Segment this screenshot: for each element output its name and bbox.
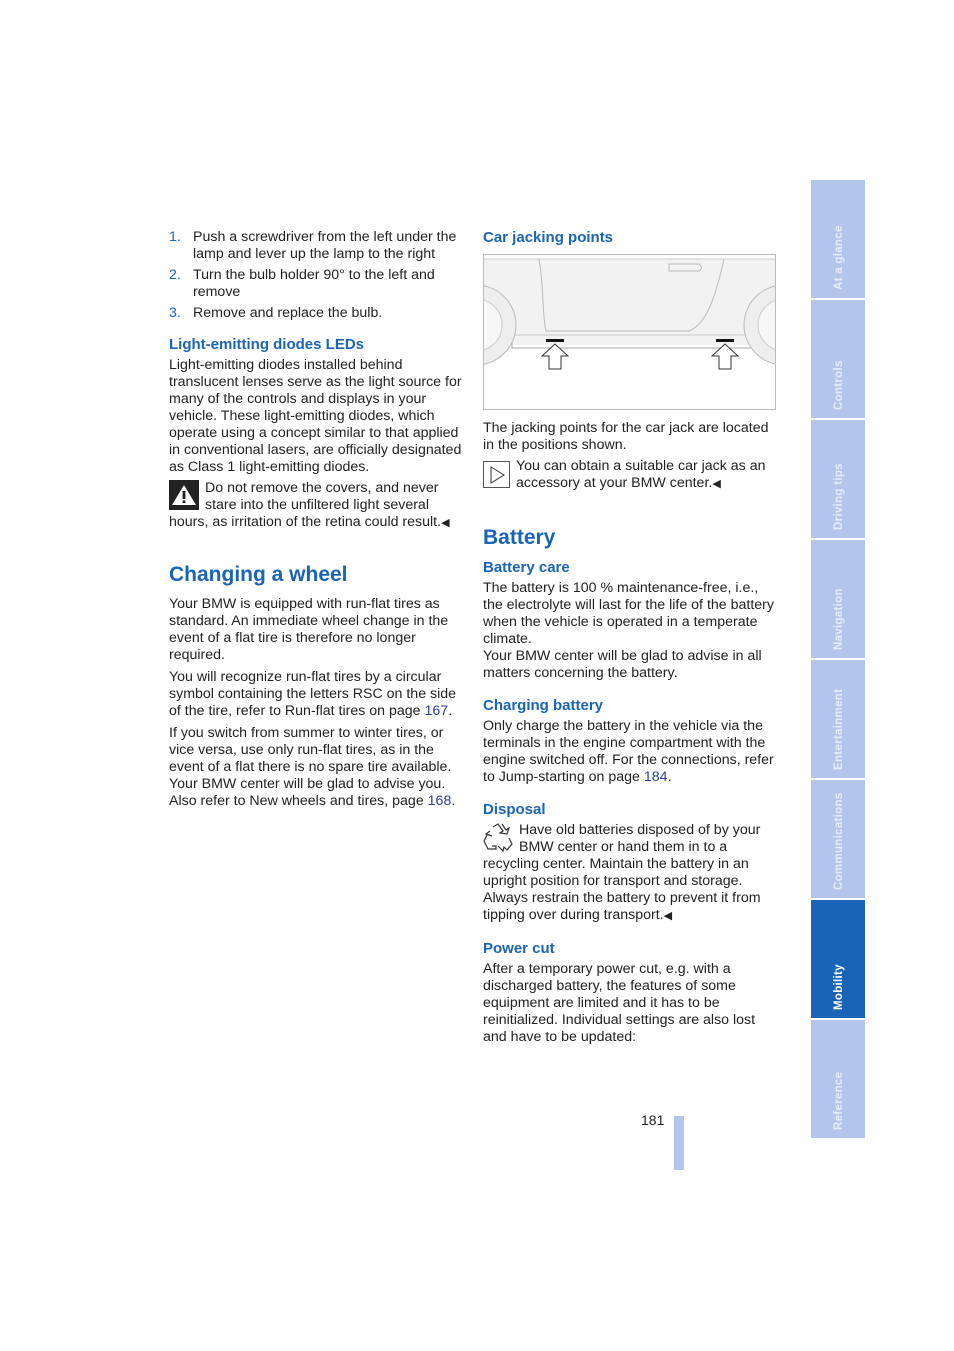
power-cut-body: After a temporary power cut, e.g. with a… (483, 961, 756, 1045)
jack-point-rear (716, 339, 734, 342)
tab-entertainment[interactable]: Entertainment (811, 660, 865, 778)
note-triangle-icon (483, 461, 510, 488)
tab-communications[interactable]: Communications (811, 780, 865, 898)
tab-mobility[interactable]: Mobility (811, 900, 865, 1018)
page-link-184[interactable]: 184 (644, 769, 668, 785)
list-item: 2. Turn the bulb holder 90° to the left a… (169, 267, 435, 300)
warning-note: Do not remove the covers, and never star… (169, 480, 464, 532)
battery-heading: Battery (483, 526, 556, 549)
battery-care-heading: Battery care (483, 559, 570, 576)
page-marker-bar (674, 1116, 684, 1170)
warning-text: Do not remove the covers, and never star… (169, 480, 442, 530)
leds-heading: Light-emitting diodes LEDs (169, 336, 364, 353)
end-mark-icon: ◀ (441, 517, 450, 529)
bulb-steps-list: 1. Push a screwdriver from the left under… (169, 229, 464, 322)
chapter-tabs: At a glance Controls Driving tips Naviga… (811, 180, 865, 1140)
jacking-body: The jacking points for the car jack are … (483, 420, 769, 453)
list-item: 1. Push a screwdriver from the left under… (169, 229, 457, 262)
disposal-note: Have old batteries disposed of by your B… (483, 822, 778, 925)
jacking-heading: Car jacking points (483, 229, 614, 246)
battery-care-body-2: Your BMW center will be glad to advise i… (483, 648, 762, 681)
page-link-167[interactable]: 167 (425, 703, 449, 719)
page-number: 181 (641, 1112, 665, 1128)
note-text: You can obtain a suitable car jack as an… (516, 458, 766, 491)
recycle-icon (483, 822, 513, 853)
page-link-168[interactable]: 168 (428, 793, 452, 809)
leds-body: Light-emitting diodes installed behind t… (169, 357, 462, 475)
list-item: 3. Remove and replace the bulb. (169, 305, 383, 321)
disposal-body: Have old batteries disposed of by your B… (483, 822, 761, 923)
right-column: Car jacking points The jacking points fo… (483, 229, 778, 1046)
left-column: 1. Push a screwdriver from the left under… (169, 229, 464, 810)
tab-reference[interactable]: Reference (811, 1020, 865, 1138)
charging-heading: Charging battery (483, 697, 604, 714)
car-jacking-figure (483, 254, 776, 410)
wheel-para-4: Also refer to New wheels and tires, page… (169, 793, 456, 809)
battery-care-body-1: The battery is 100 % maintenance-free, i… (483, 580, 774, 647)
tab-at-a-glance[interactable]: At a glance (811, 180, 865, 298)
info-note: You can obtain a suitable car jack as an… (483, 458, 778, 493)
wheel-para-3: If you switch from summer to winter tire… (169, 725, 452, 792)
tab-controls[interactable]: Controls (811, 300, 865, 418)
power-cut-heading: Power cut (483, 940, 555, 957)
disposal-heading: Disposal (483, 801, 546, 818)
changing-wheel-heading: Changing a wheel (169, 563, 348, 586)
tab-driving-tips[interactable]: Driving tips (811, 420, 865, 538)
end-mark-icon: ◀ (663, 910, 673, 922)
tab-navigation[interactable]: Navigation (811, 540, 865, 658)
end-mark-icon: ◀ (712, 478, 721, 490)
jack-point-front (546, 339, 564, 342)
wheel-para-1: Your BMW is equipped with run-flat tires… (169, 596, 449, 663)
car-side-illustration (484, 258, 775, 370)
warning-icon (169, 480, 199, 510)
wheel-para-2: You will recognize run-flat tires by a c… (169, 669, 457, 719)
charging-body: Only charge the battery in the vehicle v… (483, 718, 774, 785)
